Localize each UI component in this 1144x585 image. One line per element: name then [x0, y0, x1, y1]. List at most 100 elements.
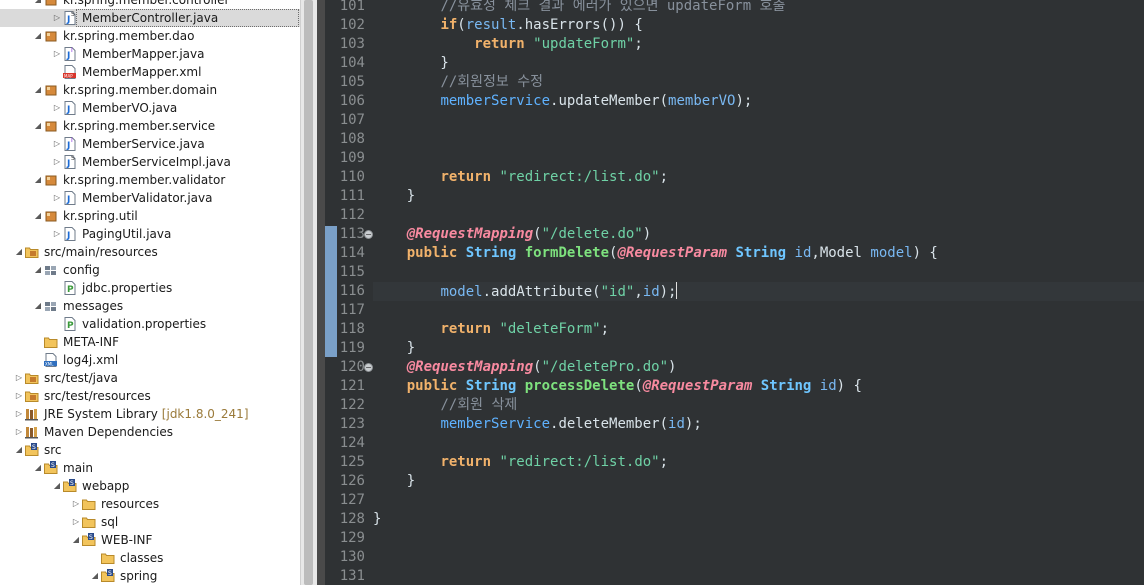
tree-item[interactable]: ▷ Maven Dependencies	[0, 423, 300, 441]
expand-arrow-icon[interactable]: ▷	[52, 153, 62, 171]
code-line[interactable]: }	[373, 472, 1144, 491]
tree-item[interactable]: ◢ src/main/resources	[0, 243, 300, 261]
tree-item-label: WEB-INF	[101, 533, 153, 547]
fold-toggle-icon[interactable]: −	[364, 230, 373, 239]
tree-item[interactable]: ▷ J S MemberServiceImpl.java	[0, 153, 300, 171]
tree-item[interactable]: ◢ kr.spring.member.dao	[0, 27, 300, 45]
code-line[interactable]: }	[373, 510, 1144, 529]
code-line[interactable]: @RequestMapping("/deletePro.do")	[373, 358, 1144, 377]
tree-item[interactable]: ◢ config	[0, 261, 300, 279]
code-line[interactable]	[373, 130, 1144, 149]
code-line[interactable]: //회원정보 수정	[373, 73, 1144, 92]
tree-item[interactable]: ◢ kr.spring.member.controller	[0, 0, 300, 9]
expand-arrow-icon[interactable]: ▷	[14, 423, 24, 441]
code-line[interactable]	[373, 567, 1144, 585]
collapse-arrow-icon[interactable]: ◢	[71, 531, 81, 549]
expand-arrow-icon[interactable]: ▷	[52, 135, 62, 153]
code-line[interactable]: }	[373, 54, 1144, 73]
tree-item[interactable]: ◢ Swebapp	[0, 477, 300, 495]
code-line[interactable]	[373, 529, 1144, 548]
tree-item[interactable]: ▷ J MemberValidator.java	[0, 189, 300, 207]
code-text-area[interactable]: //유효성 체크 결과 에러가 있으면 updateForm 호출 if(res…	[373, 0, 1144, 585]
collapse-arrow-icon[interactable]: ◢	[14, 243, 24, 261]
fold-toggle-icon[interactable]: −	[364, 363, 373, 372]
expand-arrow-icon[interactable]: ▷	[14, 405, 24, 423]
collapse-arrow-icon[interactable]: ◢	[33, 297, 43, 315]
tree-item[interactable]: ◢ kr.spring.member.service	[0, 117, 300, 135]
explorer-scrollbar-thumb[interactable]	[304, 0, 313, 585]
tree-item[interactable]: ◢ messages	[0, 297, 300, 315]
tree-item[interactable]: ▷ src/test/java	[0, 369, 300, 387]
collapse-arrow-icon[interactable]: ◢	[33, 117, 43, 135]
code-line[interactable]: return "redirect:/list.do";	[373, 168, 1144, 187]
tree-item[interactable]: Pjdbc.properties	[0, 279, 300, 297]
collapse-arrow-icon[interactable]: ◢	[33, 0, 43, 9]
tree-item[interactable]: ◢ Smain	[0, 459, 300, 477]
tree-item[interactable]: MAP MemberMapper.xml	[0, 63, 300, 81]
expand-arrow-icon[interactable]: ▷	[52, 189, 62, 207]
code-editor[interactable]: 101 102 103 104 105 106 107 108 109 110 111 112 113−…	[325, 0, 1144, 585]
tree-item[interactable]: ◢ Sspring	[0, 567, 300, 585]
code-line[interactable]: model.addAttribute("id",id);	[373, 282, 1144, 301]
tree-item[interactable]: ◢ kr.spring.member.domain	[0, 81, 300, 99]
tree-item[interactable]: ▷ resources	[0, 495, 300, 513]
tree-item[interactable]: ◢ kr.spring.member.validator	[0, 171, 300, 189]
tree-item[interactable]: Pvalidation.properties	[0, 315, 300, 333]
code-line[interactable]: @RequestMapping("/delete.do")	[373, 225, 1144, 244]
collapse-arrow-icon[interactable]: ◢	[14, 441, 24, 459]
expand-arrow-icon[interactable]: ▷	[71, 495, 81, 513]
code-line[interactable]: if(result.hasErrors()) {	[373, 16, 1144, 35]
collapse-arrow-icon[interactable]: ◢	[33, 459, 43, 477]
code-line[interactable]: }	[373, 187, 1144, 206]
collapse-arrow-icon[interactable]: ◢	[33, 261, 43, 279]
tree-item[interactable]: META-INF	[0, 333, 300, 351]
expand-arrow-icon[interactable]: ▷	[52, 45, 62, 63]
tree-item[interactable]: ▷ J S MemberController.java	[0, 9, 300, 27]
tree-item[interactable]: ▷ J I MemberService.java	[0, 135, 300, 153]
code-line[interactable]	[373, 206, 1144, 225]
code-line[interactable]: //유효성 체크 결과 에러가 있으면 updateForm 호출	[373, 0, 1144, 16]
expand-arrow-icon[interactable]: ▷	[52, 9, 62, 27]
expand-arrow-icon[interactable]: ▷	[52, 225, 62, 243]
collapse-arrow-icon[interactable]: ◢	[52, 477, 62, 495]
code-line[interactable]: public String processDelete(@RequestPara…	[373, 377, 1144, 396]
collapse-arrow-icon[interactable]: ◢	[33, 27, 43, 45]
expand-arrow-icon[interactable]: ▷	[14, 369, 24, 387]
tree-item[interactable]: ◢ S WEB-INF	[0, 531, 300, 549]
tree-item[interactable]: classes	[0, 549, 300, 567]
tree-item[interactable]: ▷ src/test/resources	[0, 387, 300, 405]
tree-item[interactable]: XML log4j.xml	[0, 351, 300, 369]
collapse-arrow-icon[interactable]: ◢	[33, 171, 43, 189]
expand-arrow-icon[interactable]: ▷	[14, 387, 24, 405]
code-line[interactable]: public String formDelete(@RequestParam S…	[373, 244, 1144, 263]
collapse-arrow-icon[interactable]: ◢	[33, 207, 43, 225]
code-line[interactable]: memberService.updateMember(memberVO);	[373, 92, 1144, 111]
code-line[interactable]	[373, 491, 1144, 510]
code-line[interactable]: }	[373, 339, 1144, 358]
code-line[interactable]: //회원 삭제	[373, 396, 1144, 415]
tree-item[interactable]: ◢ Ssrc	[0, 441, 300, 459]
collapse-arrow-icon[interactable]: ◢	[33, 81, 43, 99]
tree-item[interactable]: ▷ J MemberVO.java	[0, 99, 300, 117]
code-line[interactable]: return "deleteForm";	[373, 320, 1144, 339]
tree-item[interactable]: ▷ JRE System Library [jdk1.8.0_241]	[0, 405, 300, 423]
tree-item[interactable]: ▷ J I MemberMapper.java	[0, 45, 300, 63]
code-token: deleteMember(	[558, 416, 669, 432]
code-line[interactable]	[373, 263, 1144, 282]
code-line[interactable]	[373, 548, 1144, 567]
expand-arrow-icon[interactable]: ▷	[71, 513, 81, 531]
code-line[interactable]	[373, 434, 1144, 453]
code-line[interactable]	[373, 149, 1144, 168]
tree-item[interactable]: ▷ sql	[0, 513, 300, 531]
code-line[interactable]: return "redirect:/list.do";	[373, 453, 1144, 472]
code-line[interactable]	[373, 111, 1144, 130]
expand-arrow-icon[interactable]: ▷	[52, 99, 62, 117]
code-line[interactable]	[373, 301, 1144, 320]
code-line[interactable]: return "updateForm";	[373, 35, 1144, 54]
code-line[interactable]: memberService.deleteMember(id);	[373, 415, 1144, 434]
view-divider[interactable]	[317, 0, 325, 585]
tree-item[interactable]: ◢ kr.spring.util	[0, 207, 300, 225]
tree-item[interactable]: ▷ J PagingUtil.java	[0, 225, 300, 243]
collapse-arrow-icon[interactable]: ◢	[90, 567, 100, 585]
